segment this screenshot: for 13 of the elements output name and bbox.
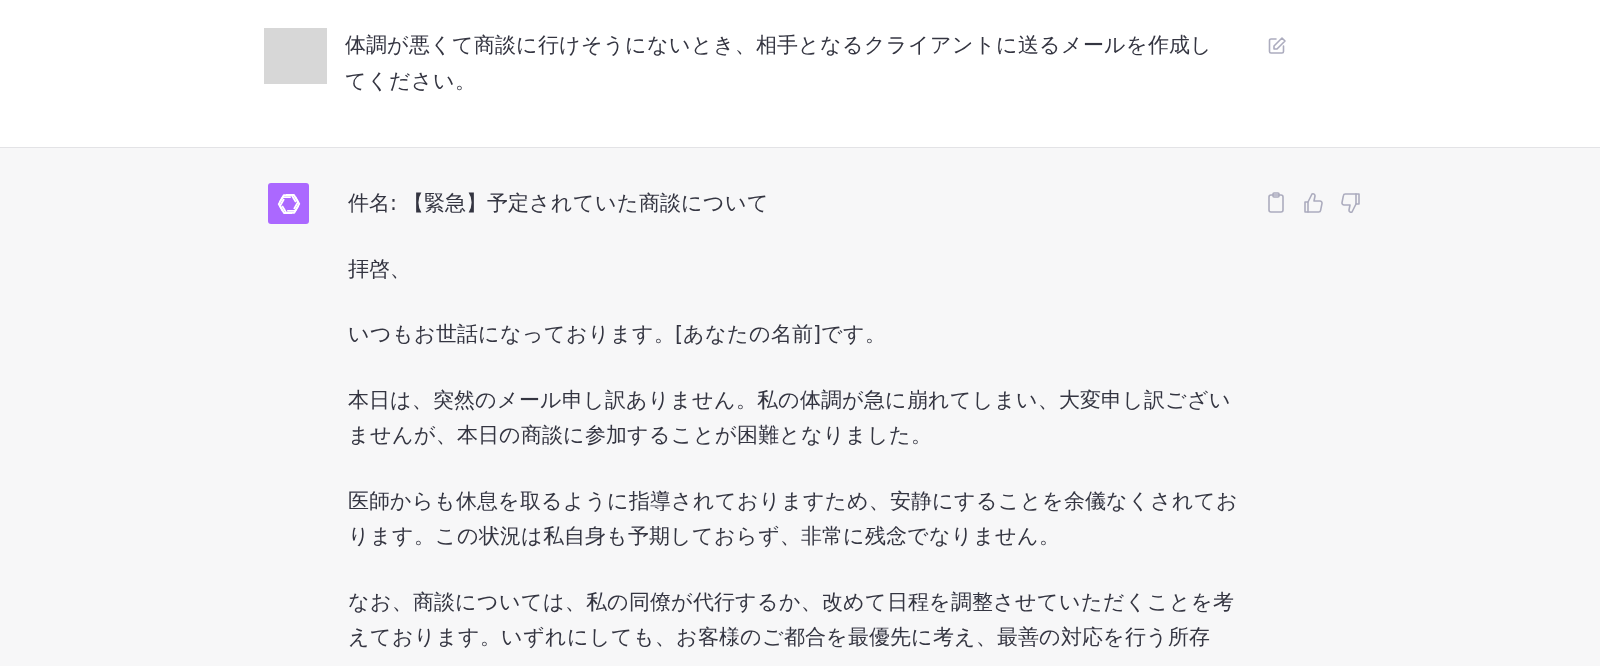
edit-icon[interactable]	[1267, 36, 1287, 56]
thumbs-down-icon[interactable]	[1340, 192, 1362, 214]
message-paragraph: 件名: 【緊急】予定されていた商談について	[348, 190, 771, 217]
message-paragraph: いつもお世話になっております。[あなたの名前]です。	[348, 321, 888, 348]
user-avatar	[264, 28, 327, 84]
user-message: 体調が悪くて商談に行けそうにないとき、相手となるクライアントに送るメールを作成してください。	[345, 32, 1213, 95]
clipboard-icon[interactable]	[1266, 192, 1286, 214]
message-paragraph: 本日は、突然のメール申し訳ありません。私の体調が急に崩れてしまい、大変申し訳ございませんが、本日の商談に参加することが困難となりました。	[348, 386, 1232, 449]
message-paragraph: 拝啓、	[348, 255, 412, 283]
thumbs-up-icon[interactable]	[1302, 192, 1324, 214]
message-paragraph: 医師からも休息を取るように指導されておりますため、安静にすることを余儀なくされております。この状況は私自身も予期しておらず、非常に残念でなりません。	[348, 487, 1239, 550]
message-paragraph: なお、商談については、私の同僚が代行するか、改めて日程を調整させていただくことを考えております。いずれにしても、お客様のご都合を最優先に考え、最善の対応を行う所存	[348, 588, 1235, 651]
assistant-logo-icon	[268, 183, 309, 224]
